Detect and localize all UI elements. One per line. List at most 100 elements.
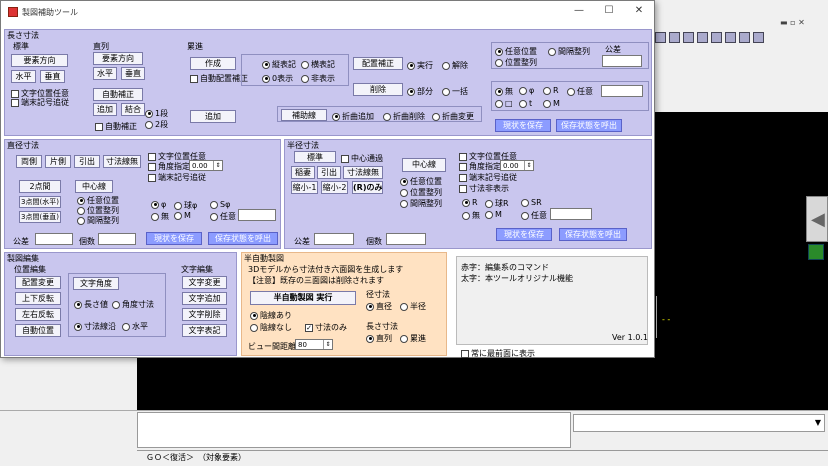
diameter-prefix-input[interactable] (238, 209, 276, 221)
semi-auto-hidden-yes-radio[interactable]: 陰線あり (250, 310, 292, 321)
view-cube-icon[interactable] (655, 32, 666, 43)
semi-auto-dia-dia-radio[interactable]: 直径 (366, 301, 392, 312)
radius-count-input[interactable] (386, 233, 426, 245)
length-pos-interval-radio[interactable]: 間隔整列 (548, 46, 590, 57)
length-series-2row-radio[interactable]: 2段 (145, 119, 168, 130)
length-cumul-autoalign-checkbox[interactable]: 自動配置補正 (190, 73, 248, 84)
diameter-count-input[interactable] (98, 233, 136, 245)
length-prefix-any-radio[interactable]: 任意 (567, 86, 593, 97)
length-cumul-noshow-radio[interactable]: 非表示 (301, 73, 335, 84)
diameter-none-radio[interactable]: 無 (151, 211, 169, 222)
length-prefix-phi-radio[interactable]: φ (519, 86, 534, 95)
diameter-anypref-radio[interactable]: 任意 (210, 211, 236, 222)
radius-angle-checkbox[interactable]: 角度指定 (459, 161, 501, 172)
edit-lenval-radio[interactable]: 長さ値 (74, 299, 108, 310)
edit-autopos-button[interactable]: 自動位置 (15, 324, 61, 337)
edit-dimline-radio[interactable]: 寸法線沿 (74, 321, 116, 332)
length-save-button[interactable]: 現状を保存 (495, 119, 551, 132)
spin-arrows-icon[interactable]: ⇕ (323, 340, 332, 349)
edit-hflip-button[interactable]: 左右反転 (15, 308, 61, 321)
semi-auto-viewdist-spin[interactable]: 80 ⇕ (295, 339, 333, 350)
diameter-tol-input[interactable] (35, 233, 73, 245)
length-prefix-t-radio[interactable]: t (519, 99, 532, 108)
length-cumul-vnotation-radio[interactable]: 縦表記 (262, 59, 296, 70)
length-prefix-r-radio[interactable]: R (543, 86, 559, 95)
edit-vflip-button[interactable]: 上下反転 (15, 292, 61, 305)
diameter-3pt-v-button[interactable]: 3点間(垂直) (19, 211, 61, 223)
minimize-icon[interactable]: — (567, 5, 591, 19)
view-cube-icon[interactable] (683, 32, 694, 43)
diameter-oneside-button[interactable]: 片側 (45, 155, 71, 168)
length-cumul-foldadd-radio[interactable]: 折曲追加 (332, 111, 374, 122)
diameter-3pt-h-button[interactable]: 3点間(水平) (19, 196, 61, 208)
diameter-both-button[interactable]: 両側 (16, 155, 42, 168)
length-cumul-add-button[interactable]: 追加 (190, 110, 236, 123)
radius-tol-input[interactable] (314, 233, 354, 245)
length-std-horiz-button[interactable]: 水平 (11, 70, 36, 83)
length-cumul-all-radio[interactable]: 一括 (442, 86, 468, 97)
radius-centerline-button[interactable]: 中心線 (402, 158, 446, 172)
radius-noshow-checkbox[interactable]: 寸法非表示 (459, 183, 509, 194)
radius-ronly-button[interactable]: (R)のみ (352, 181, 383, 194)
diameter-phi-radio[interactable]: φ (151, 200, 166, 209)
length-pos-any-radio[interactable]: 任意位置 (495, 46, 537, 57)
length-prefix-none-radio[interactable]: 無 (495, 86, 513, 97)
green-tool-icon[interactable] (808, 244, 824, 260)
radius-angle-spin[interactable]: 0.00 ⇕ (500, 160, 534, 171)
semi-auto-len-cumul-radio[interactable]: 累進 (400, 333, 426, 344)
edit-alignmod-button[interactable]: 配置変更 (15, 276, 61, 289)
length-pos-align-radio[interactable]: 位置整列 (495, 57, 537, 68)
diameter-angle-spin[interactable]: 0.00 ⇕ (189, 160, 223, 171)
diameter-spherephi-radio[interactable]: 球φ (174, 200, 197, 211)
radius-endmark-checkbox[interactable]: 端末記号追従 (459, 172, 517, 183)
always-on-top-checkbox[interactable]: 常に最前面に表示 (461, 348, 535, 359)
diameter-m-radio[interactable]: M (174, 211, 191, 220)
diameter-sphi-radio[interactable]: Sφ (210, 200, 230, 209)
semi-auto-dia-rad-radio[interactable]: 半径 (400, 301, 426, 312)
length-series-auto-button[interactable]: 自動補正 (93, 88, 143, 101)
radius-interval-radio[interactable]: 間隔整列 (400, 198, 442, 209)
radius-sr-radio[interactable]: SR (521, 198, 542, 207)
radius-prefix-input[interactable] (550, 208, 592, 220)
length-tol-input[interactable] (602, 55, 642, 67)
length-cumul-foldmod-radio[interactable]: 折曲変更 (432, 111, 474, 122)
edit-textnotation-button[interactable]: 文字表記 (182, 324, 227, 337)
edit-textangle-button[interactable]: 文字角度 (73, 277, 119, 290)
length-cumul-delete-button[interactable]: 削除 (353, 83, 403, 96)
length-series-1row-radio[interactable]: 1段 (145, 108, 168, 119)
length-series-merge-button[interactable]: 結合 (121, 103, 145, 116)
diameter-leader-button[interactable]: 引出 (74, 155, 100, 168)
length-cumul-exec-radio[interactable]: 実行 (407, 60, 433, 71)
edit-textmod-button[interactable]: 文字変更 (182, 276, 227, 289)
radius-leader-button[interactable]: 引出 (317, 166, 341, 179)
length-cumul-zeroshow-radio[interactable]: 0表示 (262, 73, 293, 84)
length-std-vert-button[interactable]: 垂直 (40, 70, 65, 83)
radius-align-radio[interactable]: 位置整列 (400, 187, 442, 198)
radius-shrink1-button[interactable]: 縮小-1 (291, 181, 318, 194)
radius-none-radio[interactable]: 無 (462, 210, 480, 221)
length-prefix-input[interactable] (601, 85, 643, 97)
radius-any-radio[interactable]: 任意位置 (400, 176, 442, 187)
radius-save-button[interactable]: 現状を保存 (496, 228, 552, 241)
length-std-endmark-checkbox[interactable]: 端末記号追従 (11, 97, 69, 108)
radius-noline-button[interactable]: 寸法線無 (343, 166, 383, 179)
edit-textadd-button[interactable]: 文字追加 (182, 292, 227, 305)
view-cube-icon[interactable] (739, 32, 750, 43)
view-cube-icon[interactable] (669, 32, 680, 43)
radius-anypref-radio[interactable]: 任意 (521, 210, 547, 221)
length-series-dir-button[interactable]: 要素方向 (93, 52, 143, 65)
radius-load-button[interactable]: 保存状態を呼出 (559, 228, 627, 241)
diameter-noline-button[interactable]: 寸法線無 (103, 155, 141, 168)
command-combo[interactable]: ▼ (573, 414, 825, 432)
radius-shrink2-button[interactable]: 縮小-2 (321, 181, 348, 194)
diameter-save-button[interactable]: 現状を保存 (146, 232, 202, 245)
length-series-autocorr-checkbox[interactable]: 自動補正 (95, 121, 137, 132)
semi-auto-len-series-radio[interactable]: 直列 (366, 333, 392, 344)
length-cumul-partial-radio[interactable]: 部分 (407, 86, 433, 97)
diameter-interval-radio[interactable]: 間隔整列 (77, 215, 119, 226)
length-series-vert-button[interactable]: 垂直 (121, 67, 145, 80)
collapse-arrow-tab[interactable]: ◀ (806, 196, 828, 242)
diameter-load-button[interactable]: 保存状態を呼出 (208, 232, 278, 245)
cad-window-controls[interactable]: ▬ ▫ ✕ (780, 18, 805, 27)
spin-arrows-icon[interactable]: ⇕ (524, 161, 533, 170)
